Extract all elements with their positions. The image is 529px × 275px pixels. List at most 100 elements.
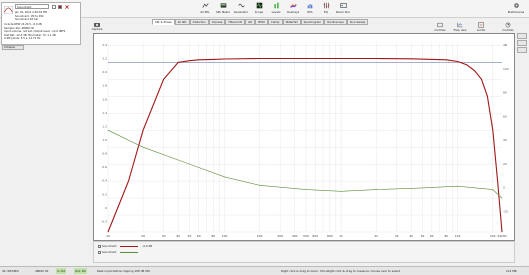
tab-spectrogram[interactable]: Spectrogram [300,19,325,25]
series-point [212,59,214,60]
x-tick-label: 80 [211,234,215,238]
x-tick-label: 1k [339,234,343,238]
legend-entry[interactable]: Soundcard [98,250,139,254]
tab-distortion[interactable]: Distortion [189,19,209,25]
tab-filtered-ir[interactable]: Filtered IR [225,19,245,25]
x-tick-label: 24kHz [497,234,507,238]
series-point [375,58,377,59]
series-point [492,129,494,131]
y-right-tick-label: dB [503,43,507,47]
x-tick-label: 10 [106,234,110,238]
legend-entry[interactable]: Soundcard -0.0 dB [98,244,152,248]
tab-oscilloscope[interactable]: Oscilloscope [324,19,347,25]
series-point [466,64,468,66]
y-tick-label: 1.2 [102,124,107,128]
status-bar: 44 (28/SMS) 48000 Hz In: RX Out: RX Peak… [0,266,529,275]
tab-waterfall[interactable]: Waterfall [282,19,301,25]
y-right-tick-label: 60 [503,114,507,118]
series-point [224,176,225,178]
side-tab[interactable] [517,47,527,53]
all-spl-button[interactable]: All SPL [195,1,215,17]
x-tick-label: 60 [197,234,201,238]
spl-meter-button[interactable]: SPL Meter [213,1,233,17]
generator-button[interactable]: Generator [231,1,251,17]
measurement-name-field[interactable]: Soundcard [15,4,49,9]
tool-label: Limits [476,28,486,32]
limits-tool[interactable]: Limits [473,22,489,32]
series-line [107,57,503,233]
x-tick-label: 600 [312,234,318,238]
x-tick-label: 800 [327,234,333,238]
status-buffer: 44 (28/SMS) [2,269,20,273]
y-tick-label: 1.6 [102,97,107,101]
side-tab[interactable] [517,33,527,39]
measurement-visible-checkbox[interactable] [52,5,56,9]
capture-button[interactable]: Capture [90,22,104,31]
series-point [497,180,498,182]
graph-area[interactable]: 2.4 2.2 2.0 1.8 1.6 1.4 1.2 1.0 0.8 0.6 0.4 0.2 0 -0.… [93,33,515,241]
series-point [492,189,494,190]
x-tick-label: 8k [445,234,449,238]
y-right-tick-label: 80 [503,91,507,95]
y-tick-label: 1.4 [102,111,107,115]
x-tick-label: 500 [303,234,309,238]
tab-all-spl[interactable]: All SPL [174,19,190,25]
frequency-response-chart[interactable]: 2.4 2.2 2.0 1.8 1.6 1.4 1.2 1.0 0.8 0.6 0.4 0.2 0 -0.… [94,34,514,240]
y-right-tick-label: 0 [503,186,505,190]
series-point [340,58,342,59]
legend-checkbox[interactable] [98,244,101,248]
tab-impulse[interactable]: Impulse [208,19,226,25]
measurement-info5: 4.4M points, 5.5 s, 13.73 Hz [4,37,41,40]
room-sim-icon [339,3,347,8]
side-tab[interactable] [517,40,527,46]
controls-tool[interactable]: Controls [432,22,448,32]
freq-axis-tool[interactable]: Freq. axis [452,22,468,32]
controls2-tool[interactable]: Controls [500,22,516,32]
x-tick-label: 200 [257,234,263,238]
tab-spl-phase[interactable]: SPL & Phase [152,19,175,25]
series-point [128,180,129,182]
measurement-color-swatch[interactable] [58,5,62,9]
y-right-tick-label: 20 [503,162,507,166]
status-memory: 114 MB [506,269,517,273]
series-point [410,58,412,60]
legend-swatch [120,251,139,253]
measurement-panel[interactable]: Soundcard Jan 29, 2021 2:46:16 PM Soundc… [1,2,81,45]
overlays-icon [289,3,297,8]
legend-checkbox[interactable] [98,250,101,254]
series-point [305,189,307,190]
series-point [107,129,109,131]
status-output: Out: RX [74,268,87,274]
toolbar-label: Scope [254,10,264,14]
toolbar-label: Room Sim [335,10,351,14]
x-tick-label: 10k [455,234,461,238]
legend-swatch [120,245,139,247]
preferences-button[interactable]: Preferences [506,1,526,17]
toolbar-label: Generator [233,10,249,14]
series-point [501,197,503,199]
tab-clarity[interactable]: Clarity [267,19,283,25]
generator-icon [237,3,245,8]
tab-rt60[interactable]: RT60 [255,19,268,25]
toolbar-label: SPL Meter [215,10,230,14]
toolbar-label: Overlays [286,10,300,14]
status-peak: Peak input before clipping 108 dB SPL [97,269,151,273]
y-tick-label: 0.4 [102,179,107,183]
measurement-line2: Soundcard 48 Cal [15,18,38,21]
x-tick-label: 20 [141,234,145,238]
tab-gd[interactable]: GD [244,19,256,25]
close-icon[interactable] [65,5,69,9]
series-point [457,61,459,62]
graph-tabs: SPL & Phase All SPL Distortion Impulse F… [152,19,369,25]
series-point [294,58,296,59]
x-tick-label: 300 [277,234,283,238]
tool-label: Controls [434,28,446,32]
x-tick-label: 100 [222,234,228,238]
series-point [259,184,260,186]
tab-sine-sweep[interactable]: Sine Sweep [346,19,369,25]
series-point [198,59,200,61]
collapse-button[interactable]: Collapse [2,45,24,50]
series-point [446,59,447,61]
series-point [107,231,109,233]
room-sim-button[interactable]: Room Sim [333,1,353,17]
